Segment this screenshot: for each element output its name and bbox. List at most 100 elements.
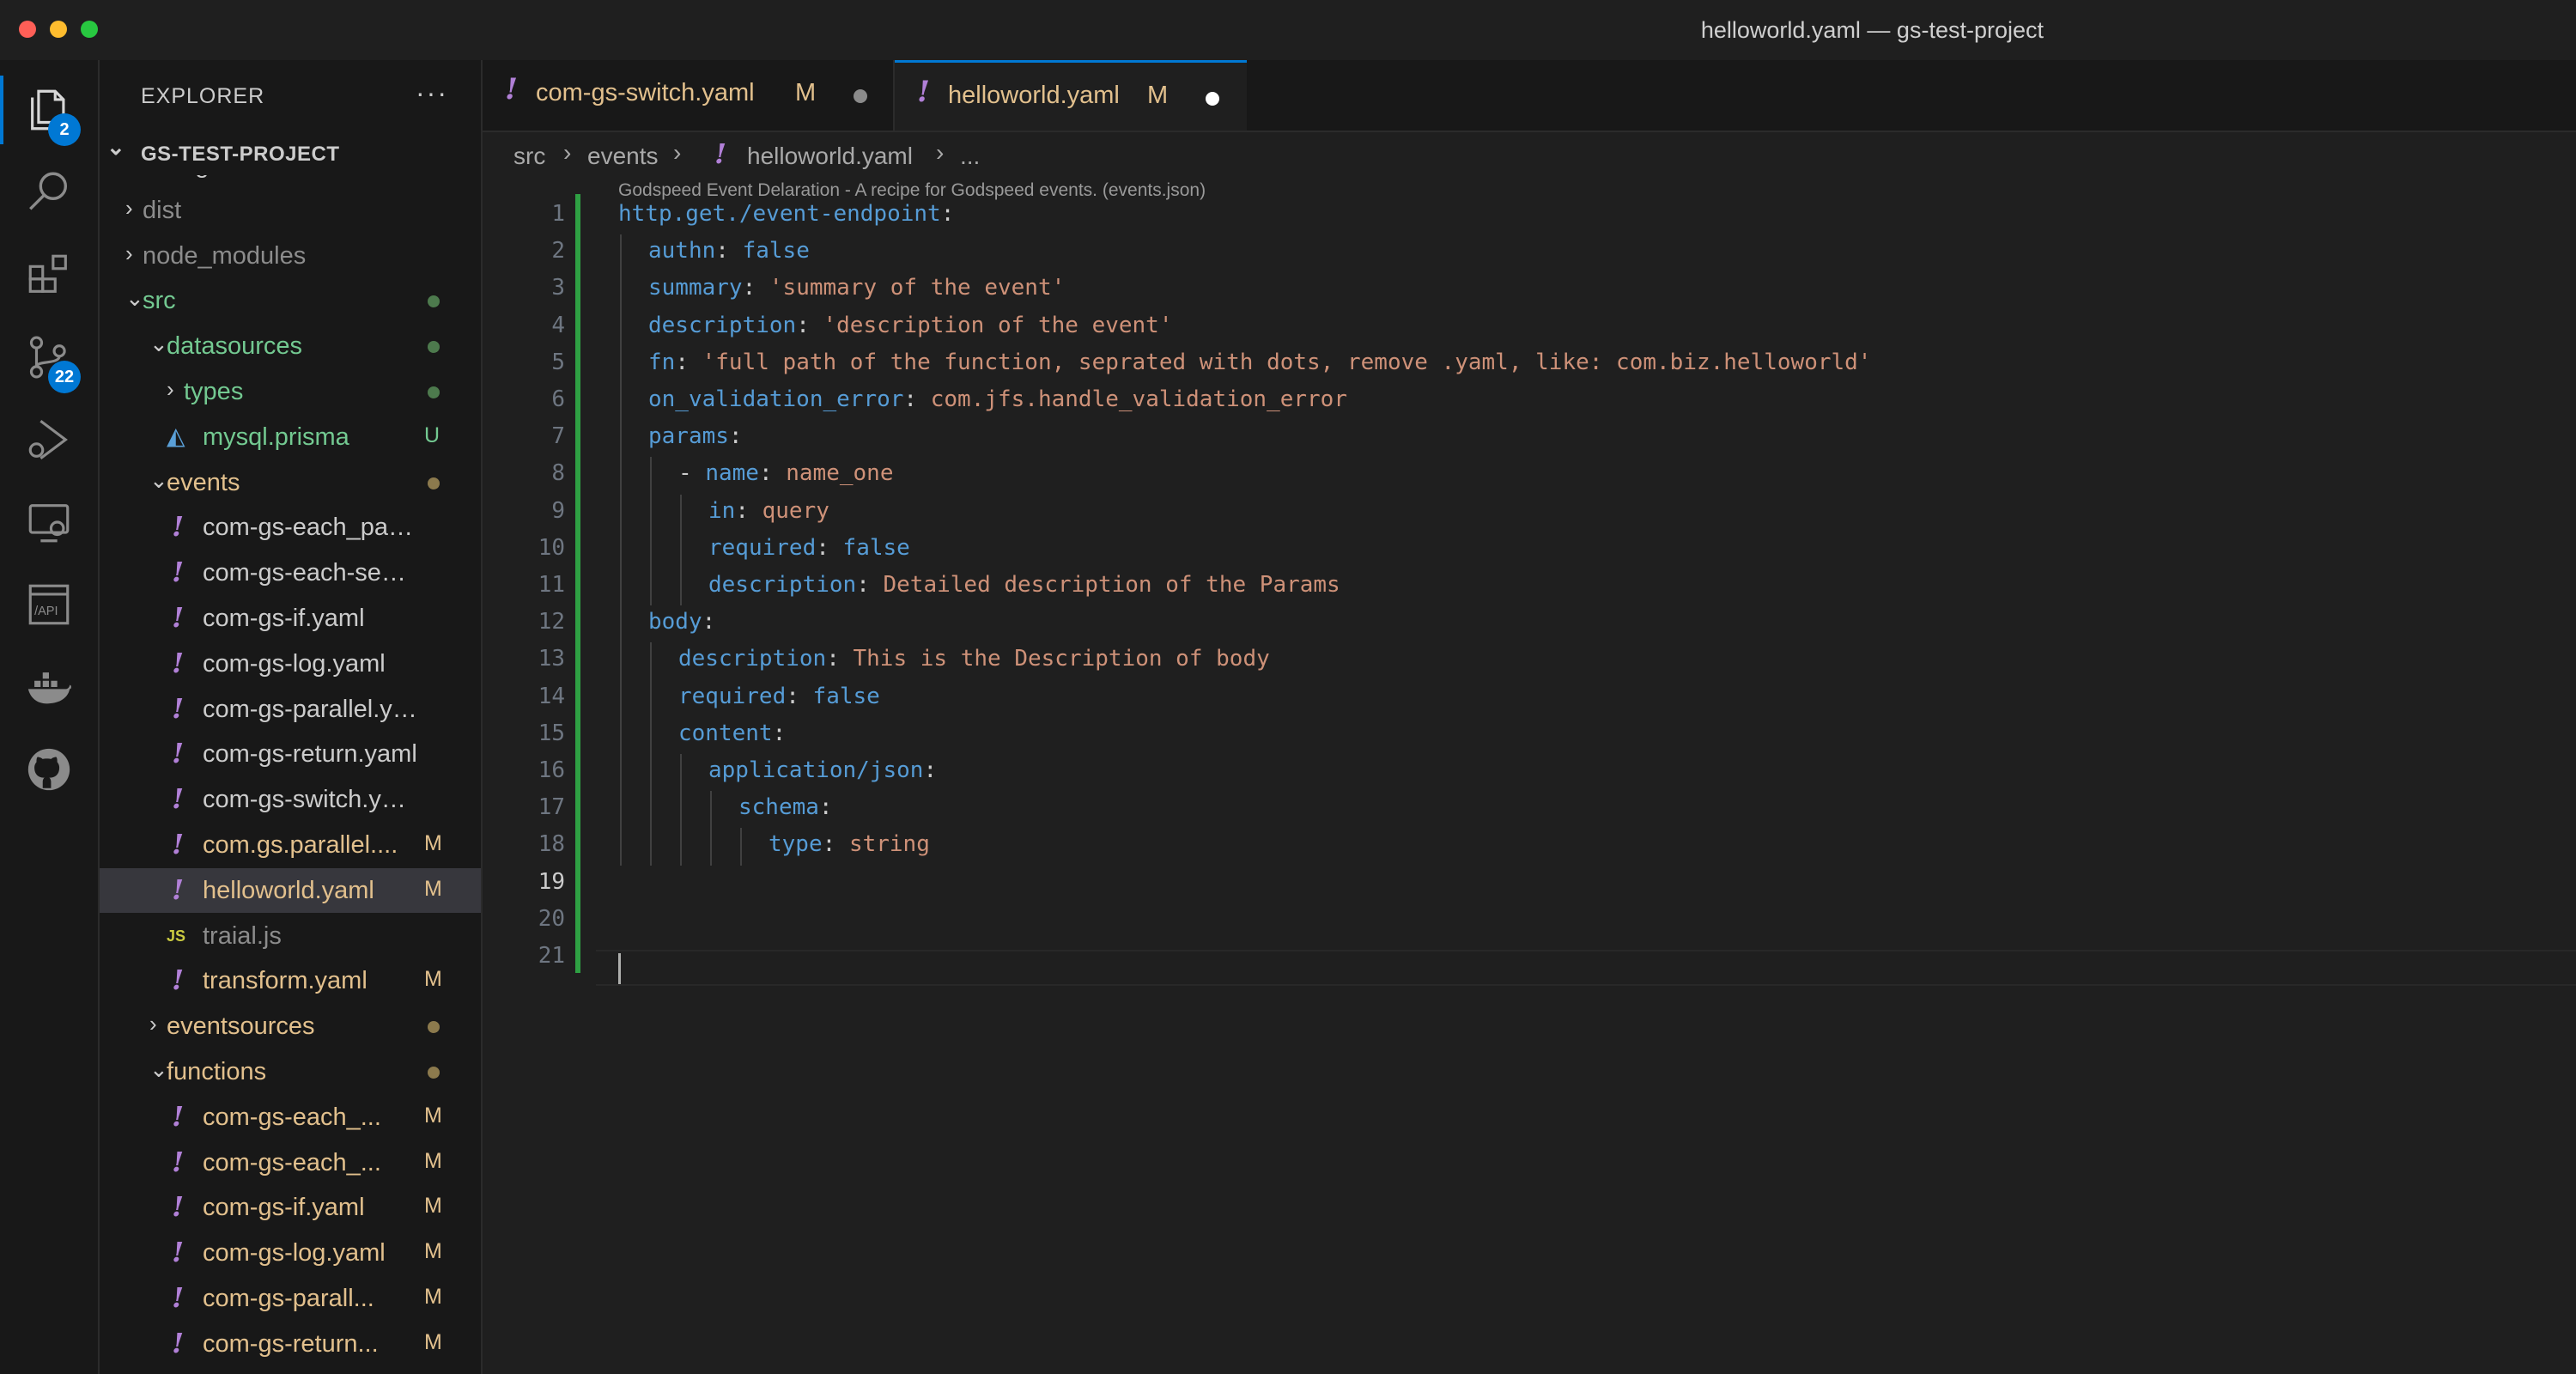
chevron-right-icon: › [149,1011,157,1037]
source-control-badge: 22 [48,361,81,393]
code-line: on_validation_error: com.jfs.handle_vali… [648,386,1347,412]
yaml-file-icon: ! [172,872,185,906]
file-item[interactable]: ! com-gs-return... M [100,1322,481,1366]
yaml-key: on_validation_error [648,386,904,412]
file-item[interactable]: ! com-gs-each_... M [100,1095,481,1140]
folder-item[interactable]: ⌄ datasources [100,324,481,368]
code-line: description: 'description of the event' [648,312,1173,338]
breadcrumb-file[interactable]: helloworld.yaml [747,143,913,170]
yaml-key: name [705,460,759,487]
extensions-activity-button[interactable] [0,234,98,316]
code-line: in: query [708,497,829,524]
explorer-sidebar: EXPLORER ··· ⌄ GS-TEST-PROJECT ›config›d… [100,60,483,1374]
folder-item[interactable]: › types [100,369,481,414]
chevron-down-icon: ⌄ [106,134,126,160]
file-item[interactable]: JS traial.js [100,914,481,958]
yaml-file-icon: ! [172,691,185,725]
explorer-header: EXPLORER ··· [100,60,481,132]
folder-item[interactable]: ⌄ functions [100,1049,481,1094]
remote-explorer-activity-button[interactable] [0,481,98,563]
yaml-key: required [678,683,787,709]
indent-guide [620,791,622,829]
indent-guide [620,420,622,458]
api-activity-button[interactable]: /API [0,563,98,646]
folder-item[interactable]: › dist [100,188,481,233]
schema-codelens[interactable]: Godspeed Event Delaration - A recipe for… [618,180,1206,201]
file-item[interactable]: ! com-gs-each-sequ... [100,550,481,595]
docker-activity-button[interactable] [0,646,98,728]
yaml-value: name_one [786,460,894,487]
line-number: 8 [551,460,565,487]
git-status-badge: M [424,1239,442,1264]
breadcrumb: src › events › ! helloworld.yaml › ... [483,132,2576,180]
chevron-right-icon: › [167,376,174,402]
file-item[interactable]: ! helloworld.yaml M [100,867,481,913]
github-activity-button[interactable] [0,728,98,811]
extensions-icon [28,254,67,293]
more-actions-icon[interactable]: ··· [416,77,448,109]
file-item[interactable]: ! com-gs-parall... M [100,1276,481,1321]
unsaved-dot-icon[interactable] [854,89,867,103]
breadcrumb-events[interactable]: events [587,143,659,170]
chevron-down-icon: ⌄ [149,466,168,493]
tab-helloworld[interactable]: ! helloworld.yaml M [895,60,1247,131]
line-number: 14 [538,683,565,709]
file-item[interactable]: ! transform.yaml M [100,958,481,1003]
chevron-right-icon: › [563,139,572,166]
indent-guide [620,828,622,866]
folder-item[interactable]: ⌄ src [100,278,481,323]
yaml-key: application/json [708,757,924,783]
folder-item[interactable]: › eventsources [100,1004,481,1049]
file-item[interactable]: ! com-gs-if.yaml [100,596,481,641]
indent-guide [620,642,622,680]
breadcrumb-src[interactable]: src [513,143,545,170]
line-number: 10 [538,534,565,561]
project-section-header[interactable]: ⌄ GS-TEST-PROJECT [100,132,481,175]
yaml-key: content [678,720,773,746]
yaml-key: authn [648,238,716,264]
folder-item[interactable]: › node_modules [100,234,481,278]
folder-item[interactable]: ⌄ events [100,460,481,505]
search-activity-button[interactable] [0,151,98,234]
file-item[interactable]: ! com-gs-return.yaml [100,732,481,776]
indent-guide [650,568,652,606]
yaml-file-icon: ! [172,1326,185,1359]
file-item[interactable]: ! com-gs-each_... M [100,1140,481,1185]
file-item[interactable]: ! com-gs-parallel.yaml [100,687,481,732]
indent-guide [620,531,622,568]
yaml-file-icon: ! [172,510,185,544]
github-icon [27,748,70,791]
line-number: 5 [551,349,565,375]
yaml-key: description [648,312,797,338]
file-item[interactable]: ! com-gs-log.yaml M [100,1231,481,1275]
file-item[interactable]: ! com-gs-log.yaml [100,641,481,686]
yaml-file-icon: ! [172,1099,185,1133]
git-status-dot [428,341,440,354]
editor-area: ! com-gs-switch.yaml M ! helloworld.yaml… [483,60,2576,1374]
breadcrumb-symbol[interactable]: ... [960,143,980,170]
yaml-key: schema [738,794,819,821]
code-line: fn: 'full path of the function, seprated… [648,349,1872,375]
explorer-activity-button[interactable]: 2 [0,69,98,151]
file-item[interactable]: ! com-gs-switch.yaml [100,777,481,822]
file-item[interactable]: ! com.gs.parallel.... M [100,823,481,867]
yaml-value: query [762,497,829,524]
tab-com-gs-switch[interactable]: ! com-gs-switch.yaml M [483,60,895,131]
text-cursor [618,953,621,984]
git-status-badge: M [424,1194,442,1219]
file-item[interactable]: ! com-gs-if.yaml M [100,1185,481,1230]
chevron-down-icon: ⌄ [149,1056,168,1082]
line-number: 15 [538,720,565,746]
yaml-file-icon: ! [172,1145,185,1178]
editor-tabs: ! com-gs-switch.yaml M ! helloworld.yaml… [483,60,2576,132]
line-number: 2 [551,238,565,264]
run-debug-activity-button[interactable] [0,398,98,481]
file-item[interactable]: ! com-gs-each_parall... [100,505,481,550]
yaml-file-icon: ! [172,646,185,679]
file-item[interactable]: ◭ mysql.prisma U [100,415,481,459]
indent-guide [650,531,652,568]
indent-guide [740,828,742,866]
source-control-activity-button[interactable]: 22 [0,316,98,398]
unsaved-dot-icon[interactable] [1206,92,1219,106]
tree-item-label: src [143,287,176,315]
